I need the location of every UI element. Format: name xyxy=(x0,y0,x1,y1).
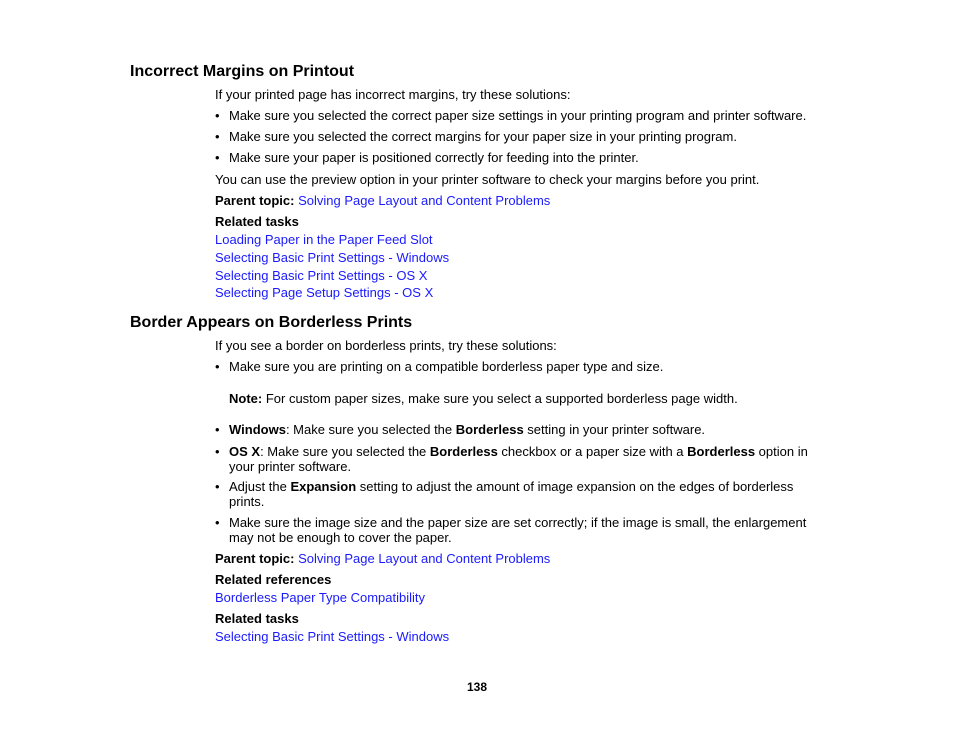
section1-closing: You can use the preview option in your p… xyxy=(215,172,760,187)
list-item: • Make sure you are printing on a compat… xyxy=(215,359,664,374)
section-title-incorrect-margins: Incorrect Margins on Printout xyxy=(130,63,355,80)
related-task-link[interactable]: Loading Paper in the Paper Feed Slot xyxy=(215,232,433,247)
list-item: • Make sure the image size and the paper… xyxy=(215,515,807,545)
parent-topic: Parent topic: Solving Page Layout and Co… xyxy=(215,193,550,209)
parent-topic: Parent topic: Solving Page Layout and Co… xyxy=(215,551,550,567)
list-item: • Make sure you selected the correct pap… xyxy=(215,108,807,123)
related-tasks-heading: Related tasks xyxy=(215,214,299,229)
bullet-icon: • xyxy=(215,129,220,144)
related-reference-link[interactable]: Borderless Paper Type Compatibility xyxy=(215,590,425,605)
bullet-icon: • xyxy=(215,444,220,459)
list-item: • OS X: Make sure you selected the Borde… xyxy=(215,444,808,474)
bullet-icon: • xyxy=(215,479,220,494)
bullet-icon: • xyxy=(215,515,220,530)
note-text: For custom paper sizes, make sure you se… xyxy=(262,391,738,406)
section1-intro: If your printed page has incorrect margi… xyxy=(215,87,571,102)
related-task-link[interactable]: Selecting Page Setup Settings - OS X xyxy=(215,285,433,300)
bold-term: OS X xyxy=(229,444,261,459)
bullet-icon: • xyxy=(215,150,220,165)
bold-term: Expansion xyxy=(290,479,357,494)
list-item: • Make sure you selected the correct mar… xyxy=(215,129,737,144)
section-title-border-borderless: Border Appears on Borderless Prints xyxy=(130,314,413,331)
bold-term: Borderless xyxy=(429,444,498,459)
parent-topic-link[interactable]: Solving Page Layout and Content Problems xyxy=(298,551,550,566)
parent-topic-link[interactable]: Solving Page Layout and Content Problems xyxy=(298,193,550,208)
list-item: • Adjust the Expansion setting to adjust… xyxy=(215,479,794,509)
related-task-link[interactable]: Selecting Basic Print Settings - OS X xyxy=(215,268,427,283)
list-item: • Windows: Make sure you selected the Bo… xyxy=(215,422,706,437)
bullet-icon: • xyxy=(215,359,220,374)
bullet-icon: • xyxy=(215,108,220,123)
section2-intro: If you see a border on borderless prints… xyxy=(215,338,557,353)
note-label: Note: xyxy=(229,391,263,406)
note: Note: For custom paper sizes, make sure … xyxy=(229,391,738,407)
bold-term: Windows xyxy=(229,422,286,437)
bold-term: Borderless xyxy=(687,444,756,459)
bold-term: Borderless xyxy=(455,422,524,437)
parent-topic-label: Parent topic: xyxy=(215,551,295,566)
related-tasks-heading: Related tasks xyxy=(215,611,299,626)
related-task-link[interactable]: Selecting Basic Print Settings - Windows xyxy=(215,629,449,644)
parent-topic-label: Parent topic: xyxy=(215,193,295,208)
page-number: 138 xyxy=(466,680,488,694)
bullet-icon: • xyxy=(215,422,220,437)
related-references-heading: Related references xyxy=(215,572,332,587)
list-item: • Make sure your paper is positioned cor… xyxy=(215,150,639,165)
related-task-link[interactable]: Selecting Basic Print Settings - Windows xyxy=(215,250,449,265)
